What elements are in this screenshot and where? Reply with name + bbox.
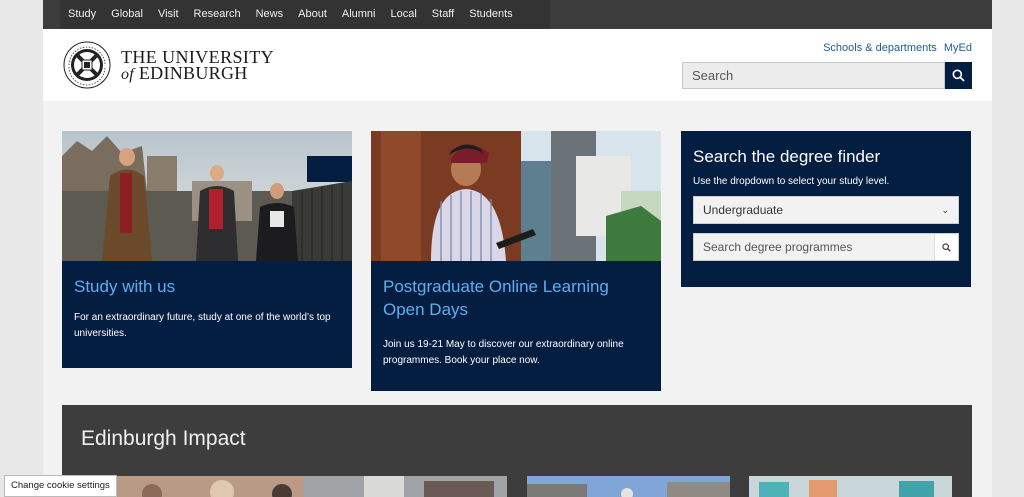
nav-item-research[interactable]: Research [186,0,248,29]
degree-search-input[interactable]: Search degree programmes [694,240,852,254]
postgraduate-open-days-card[interactable]: Postgraduate Online Learning Open Days J… [371,131,661,391]
top-nav-menu: Study Global Visit Research News About A… [60,0,550,29]
university-wordmark[interactable]: THE UNIVERSITY of EDINBURGH [121,48,274,83]
degree-search-field[interactable]: Search degree programmes [693,233,959,261]
utility-links: Schools & departments MyEd [819,42,972,54]
top-navigation: Study Global Visit Research News About A… [43,0,992,29]
university-crest-logo[interactable] [63,41,111,89]
site-search-button[interactable] [945,62,972,89]
study-level-value: Undergraduate [703,203,784,217]
card-description: Join us 19-21 May to discover our extrao… [383,339,624,366]
schools-departments-link[interactable]: Schools & departments [823,42,937,54]
search-icon [942,242,951,252]
myed-link[interactable]: MyEd [944,42,972,54]
study-level-select[interactable]: Undergraduate ⌄ [693,196,959,224]
wordmark-of: of [121,66,135,83]
site-header: THE UNIVERSITY of EDINBURGH Schools & de… [43,29,992,101]
nav-item-about[interactable]: About [290,0,334,29]
nav-item-visit[interactable]: Visit [150,0,186,29]
chevron-down-icon: ⌄ [941,205,949,215]
nav-item-global[interactable]: Global [103,0,150,29]
nav-item-local[interactable]: Local [383,0,424,29]
students-walking-image [62,131,352,261]
card-description: For an extraordinary future, study at on… [74,312,331,339]
nav-item-staff[interactable]: Staff [424,0,461,29]
nav-item-study[interactable]: Study [60,0,103,29]
degree-finder-hint: Use the dropdown to select your study le… [693,176,890,187]
student-with-tablet-image [371,131,661,261]
wordmark-line-2: of EDINBURGH [121,63,274,83]
nav-item-alumni[interactable]: Alumni [334,0,383,29]
impact-thumbnail-1[interactable] [112,476,315,497]
site-search-input[interactable]: Search [682,62,945,89]
degree-search-button[interactable] [934,234,958,260]
study-with-us-card[interactable]: Study with us For an extraordinary futur… [62,131,352,368]
card-title: Study with us [74,277,176,296]
search-icon [952,69,965,82]
impact-title: Edinburgh Impact [81,427,246,450]
impact-thumbnail-2[interactable] [304,476,507,497]
page: Study Global Visit Research News About A… [43,0,992,497]
impact-thumbnail-3[interactable] [527,476,730,497]
nav-item-news[interactable]: News [248,0,291,29]
edinburgh-impact-section: Edinburgh Impact [62,405,972,497]
wordmark-name: EDINBURGH [138,63,248,83]
card-title: Postgraduate Online Learning Open Days [383,277,609,319]
impact-thumbnail-4[interactable] [749,476,952,497]
degree-finder-title: Search the degree finder [693,147,881,166]
change-cookie-settings-button[interactable]: Change cookie settings [4,475,117,497]
nav-item-students[interactable]: Students [461,0,519,29]
degree-finder-panel: Search the degree finder Use the dropdow… [681,131,971,287]
